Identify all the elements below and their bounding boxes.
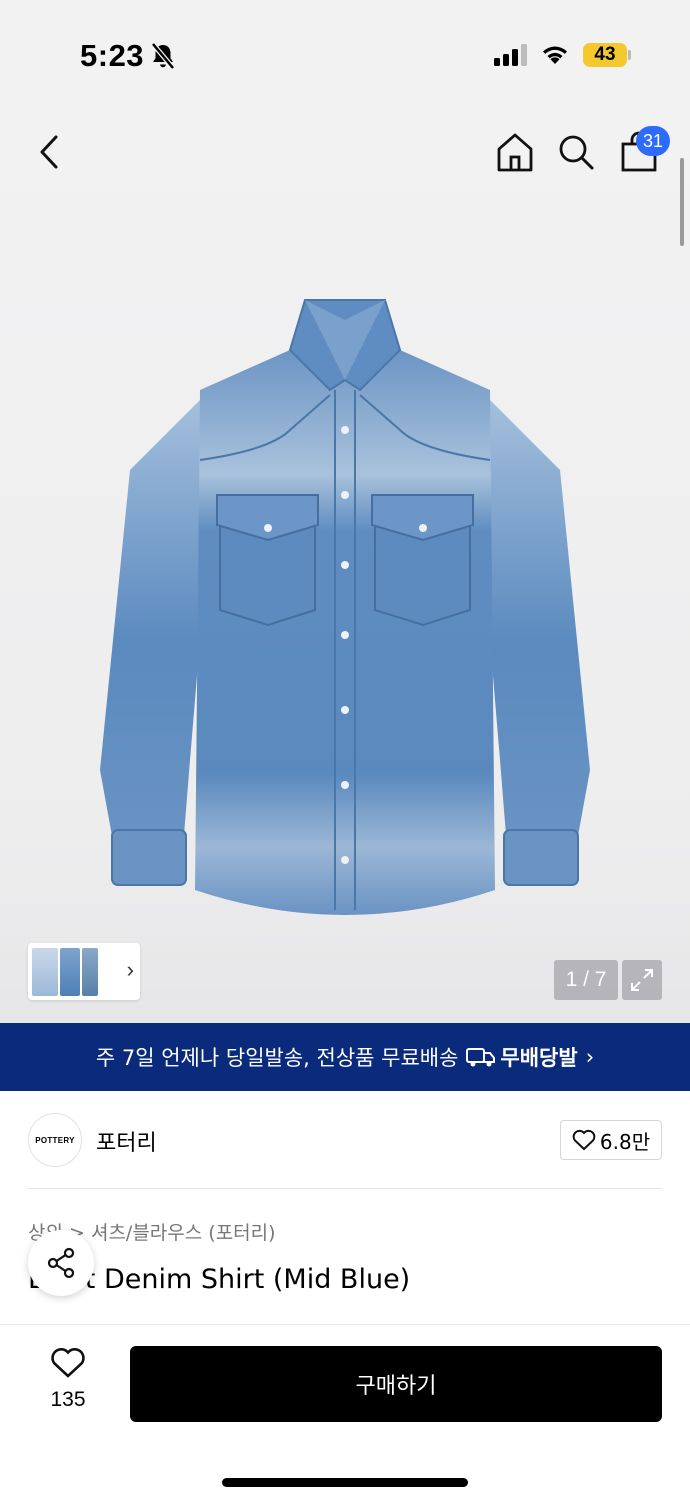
home-icon[interactable]: [494, 130, 536, 174]
status-time: 5:23: [80, 38, 145, 73]
wishlist-button[interactable]: 135: [40, 1347, 96, 1412]
promo-banner[interactable]: 주 7일 언제나 당일발송, 전상품 무료배송 무배당발 ›: [0, 1023, 690, 1091]
chevron-right-icon: ›: [585, 1045, 595, 1069]
cart-count-badge: 31: [636, 126, 670, 156]
heart-icon: [572, 1129, 596, 1151]
wishlist-count: 135: [50, 1388, 86, 1411]
expand-icon: [631, 969, 653, 991]
heart-icon: [51, 1348, 85, 1378]
thumbnail-3[interactable]: [82, 947, 98, 996]
scrollbar[interactable]: [680, 158, 684, 246]
bell-muted-icon: [151, 42, 175, 70]
battery-tip: [628, 50, 631, 60]
share-button[interactable]: [28, 1230, 94, 1296]
thumbnail-strip[interactable]: ›: [28, 943, 140, 1000]
search-icon[interactable]: [556, 130, 596, 174]
wifi-icon: [543, 46, 567, 64]
brand-row[interactable]: POTTERY 포터리 6.8만: [28, 1091, 662, 1189]
thumbnail-2[interactable]: [60, 947, 80, 996]
status-bar: 5:23 43: [0, 0, 690, 100]
home-indicator[interactable]: [222, 1478, 468, 1487]
product-image-denim-shirt: [100, 299, 590, 915]
promo-brand-label: 무배당발: [500, 1046, 578, 1070]
brand-like-button[interactable]: 6.8만: [560, 1120, 662, 1160]
share-icon: [47, 1247, 75, 1279]
brand-logo[interactable]: POTTERY: [28, 1113, 82, 1167]
delivery-truck-icon: [466, 1048, 496, 1067]
expand-button[interactable]: [622, 960, 662, 1000]
buy-button[interactable]: 구매하기: [130, 1346, 662, 1422]
cellular-signal-icon: [494, 44, 527, 66]
promo-banner-text: 주 7일 언제나 당일발송, 전상품 무료배송: [95, 1046, 459, 1070]
chevron-right-icon[interactable]: ›: [127, 957, 134, 983]
back-icon[interactable]: [30, 130, 70, 174]
battery-indicator: 43: [583, 43, 627, 67]
promo-banner-brand: 무배당발: [466, 1042, 578, 1072]
brand-like-count: 6.8만: [599, 1129, 651, 1154]
thumbnail-1[interactable]: [32, 947, 58, 996]
image-counter: 1 / 7: [554, 960, 618, 1000]
brand-name[interactable]: 포터리: [96, 1125, 157, 1157]
bottom-action-bar: 135 구매하기: [0, 1324, 690, 1500]
